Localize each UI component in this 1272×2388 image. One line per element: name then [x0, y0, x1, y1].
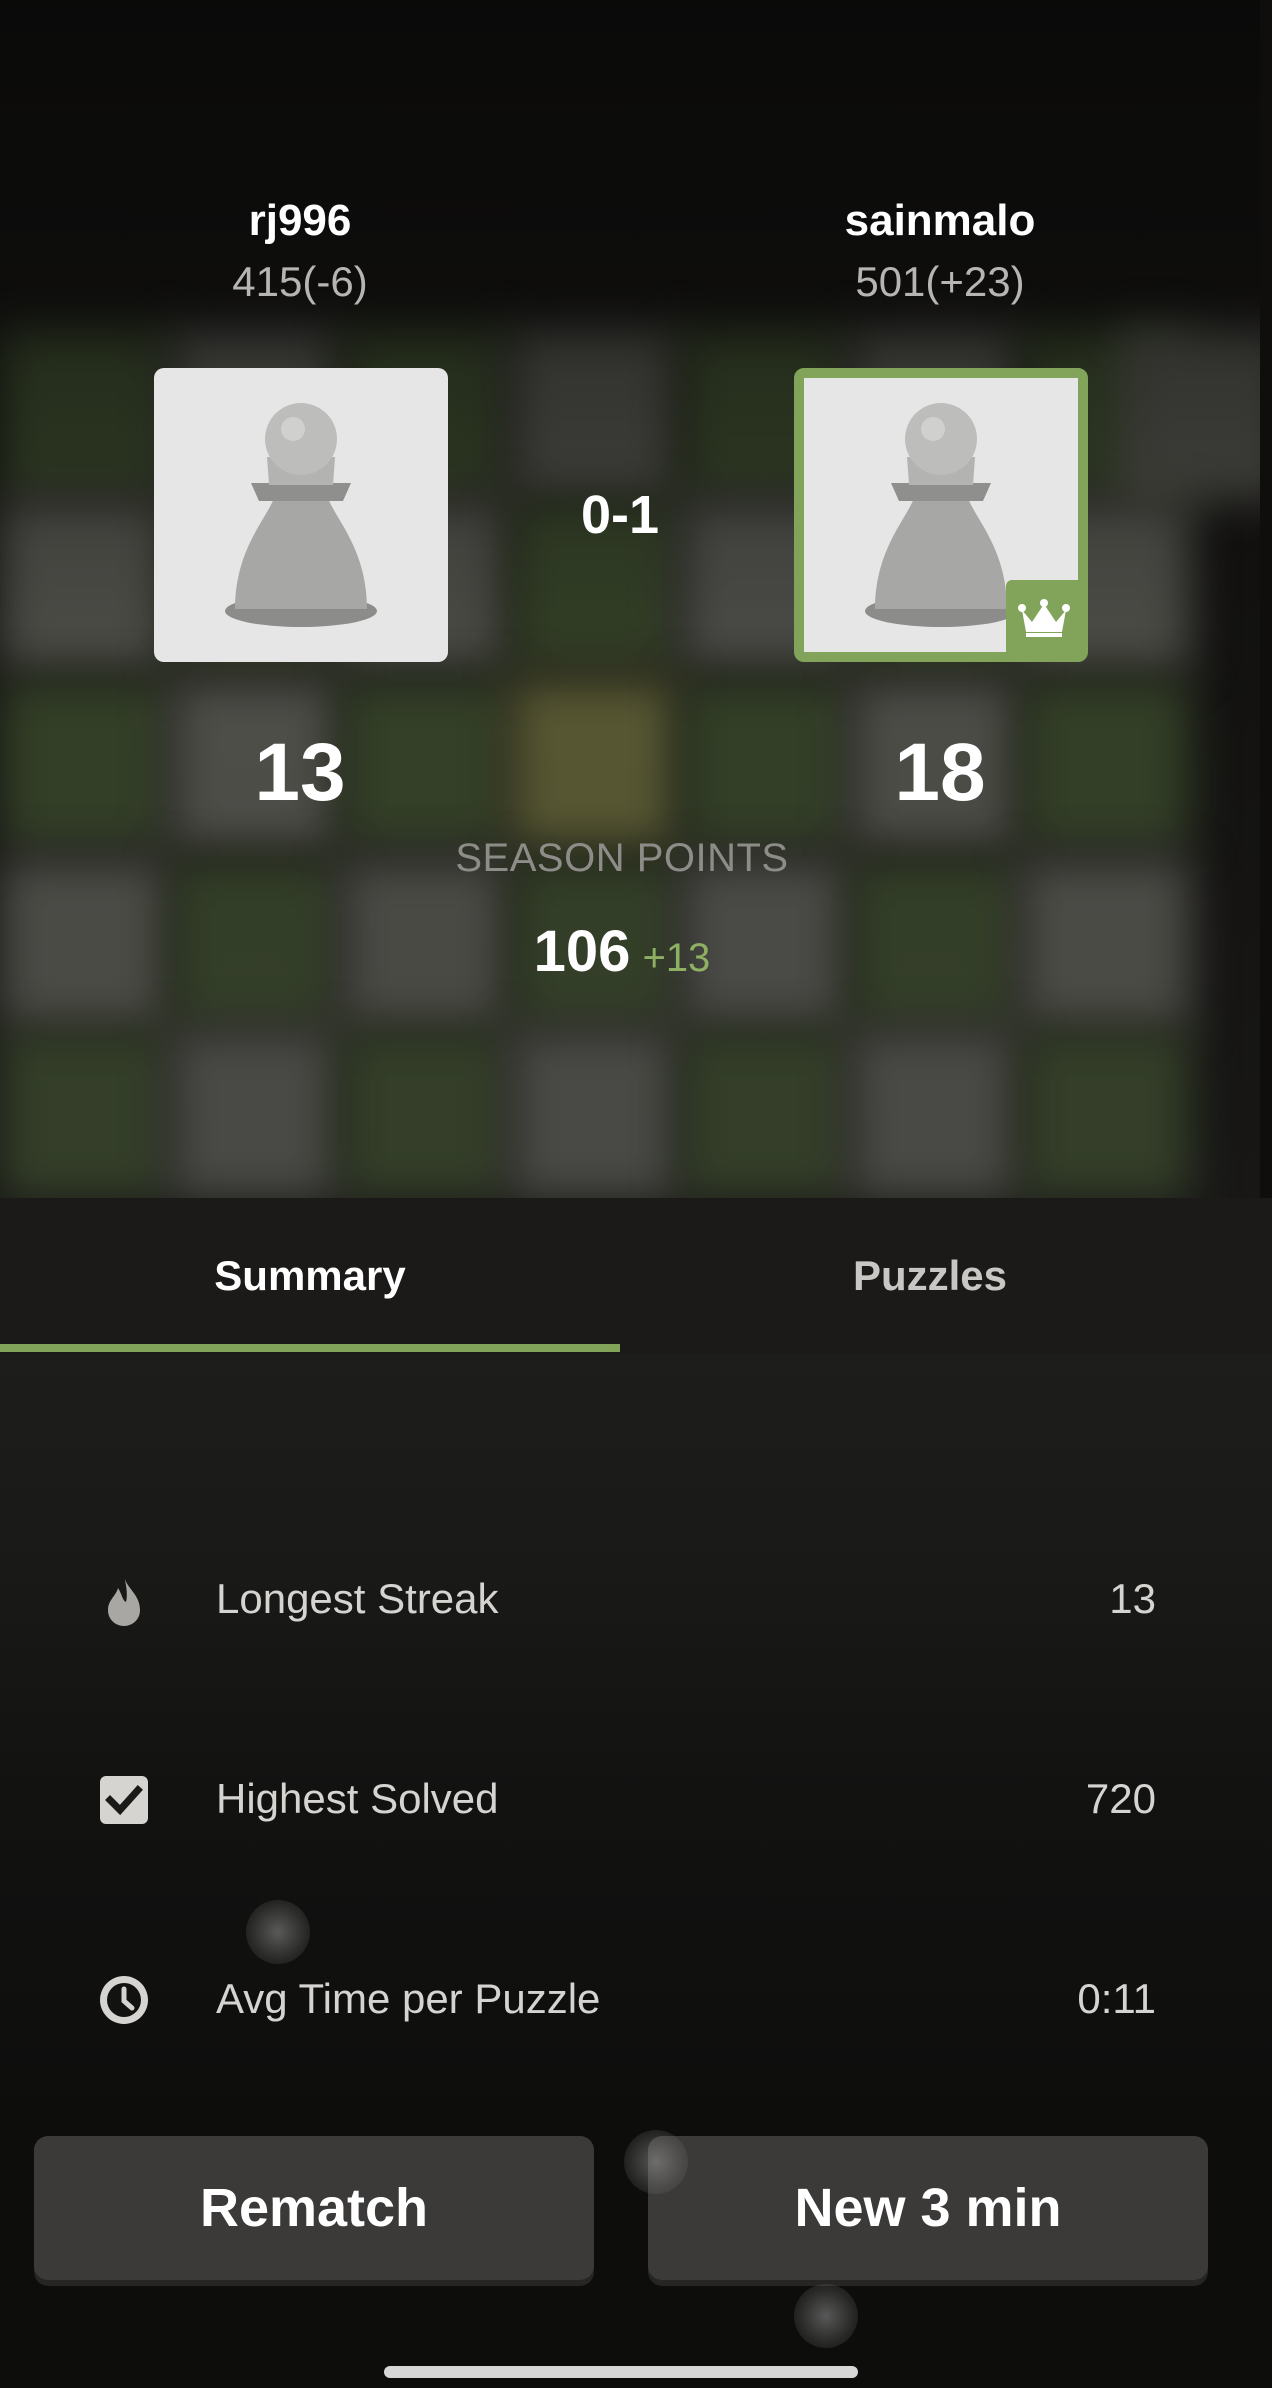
season-points: 106 +13 [380, 918, 864, 985]
summary-row-longest-streak: Longest Streak 13 [0, 1544, 1272, 1654]
summary-value: 0:11 [1077, 1975, 1156, 2022]
touch-indicator [624, 2130, 688, 2194]
bottom-actions: Rematch New 3 min [0, 2094, 1272, 2388]
touch-indicator [246, 1900, 310, 1964]
left-player-rating: 415(-6) [232, 258, 368, 305]
left-player-avatar[interactable] [154, 368, 448, 662]
tab-summary[interactable]: Summary [0, 1198, 620, 1354]
summary-value: 720 [1085, 1775, 1156, 1822]
crown-icon [1018, 599, 1070, 637]
season-points-value: 106 [533, 919, 631, 984]
summary-row-avg-time: Avg Time per Puzzle 0:11 [0, 1944, 1272, 2054]
tab-puzzles[interactable]: Puzzles [620, 1198, 1240, 1354]
flame-icon [108, 1576, 140, 1626]
right-player-rating: 501(+23) [855, 258, 1025, 305]
left-player-score: 13 [254, 727, 346, 818]
pawn-icon [225, 403, 377, 627]
new-game-button[interactable]: New 3 min [648, 2136, 1208, 2280]
rematch-button[interactable]: Rematch [34, 2136, 594, 2280]
left-player-name[interactable]: rj996 [120, 196, 480, 246]
summary-label: Highest Solved [216, 1775, 499, 1822]
puzzle-battle-result-screen: rj996 415(-6) 0-1 sainmalo 501(+23) 13 1… [0, 0, 1272, 2388]
season-points-delta: +13 [642, 936, 711, 980]
winner-badge [1006, 580, 1082, 656]
home-indicator[interactable] [384, 2366, 858, 2378]
summary-value: 13 [1109, 1575, 1156, 1622]
touch-indicator [794, 2284, 858, 2348]
active-tab-indicator [0, 1344, 620, 1352]
pawn-icon [865, 403, 1017, 627]
summary-row-highest-solved: Highest Solved 720 [0, 1744, 1272, 1854]
summary-panel: Longest Streak 13 Highest Solved 720 Avg… [0, 1354, 1272, 2094]
tab-bar: Summary Puzzles [0, 1198, 1272, 1354]
right-player-avatar[interactable] [794, 368, 1088, 662]
result-header: rj996 415(-6) 0-1 sainmalo 501(+23) 13 1… [0, 0, 1260, 1198]
summary-label: Longest Streak [216, 1575, 499, 1622]
match-result: 0-1 [580, 485, 660, 545]
season-points-label: SEASON POINTS [455, 836, 789, 880]
right-player-score: 18 [894, 727, 986, 818]
checkbox-icon [100, 1776, 148, 1824]
right-player-name[interactable]: sainmalo [760, 196, 1120, 246]
clock-icon [100, 1976, 148, 2024]
